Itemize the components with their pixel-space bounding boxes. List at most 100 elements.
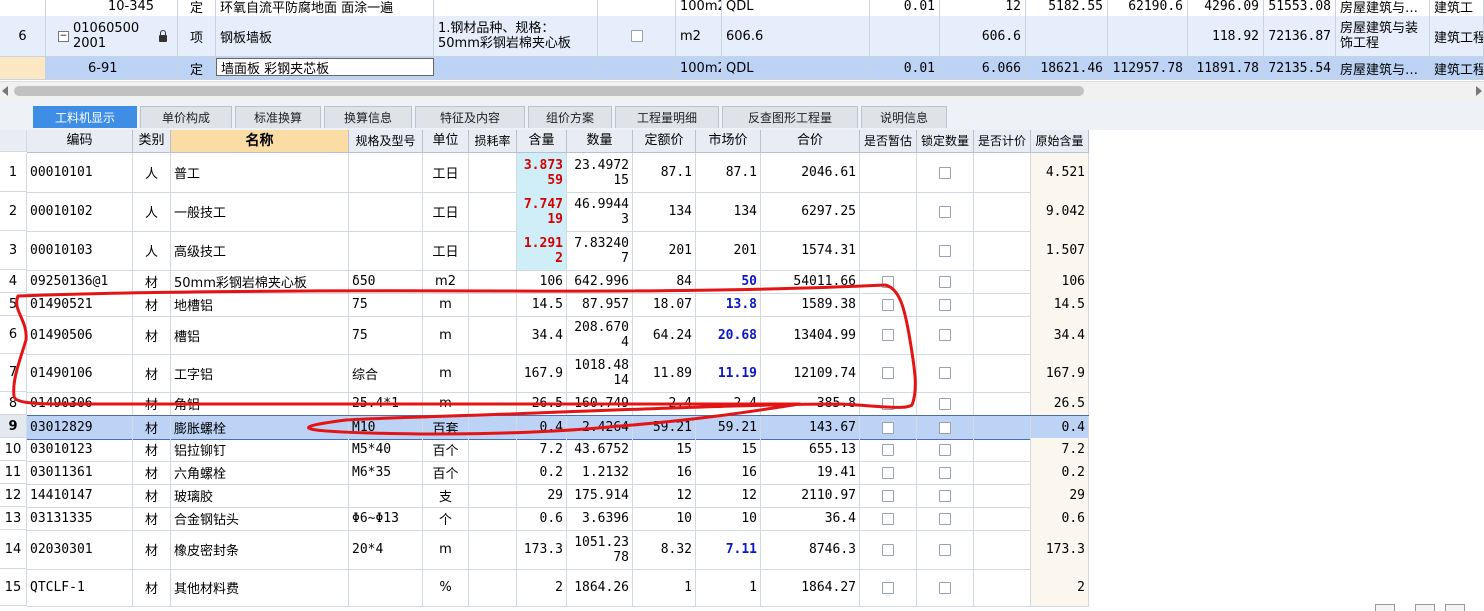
orig-cell[interactable]: 173.3 <box>1031 530 1089 569</box>
orig-cell[interactable]: 26.5 <box>1031 392 1089 415</box>
header-content[interactable]: 含量 <box>517 130 567 152</box>
code-cell[interactable]: 02030301 <box>27 530 133 569</box>
loss-cell[interactable] <box>469 270 517 293</box>
name-cell[interactable]: 50mm彩钢岩棉夹心板 <box>171 270 349 293</box>
type-cell[interactable]: 人 <box>133 192 171 231</box>
table-row[interactable]: 01490306 材角铝 25.4*1 m 26.5 160.749 2.4 2.4 385.8… <box>27 392 1089 416</box>
content-cell[interactable]: 7.2 <box>517 438 567 461</box>
loss-cell[interactable] <box>469 438 517 461</box>
checkbox[interactable] <box>939 421 951 434</box>
table-row[interactable]: 02030301 材橡皮密封条 20*4 m 173.3 1051.2378 8.32 7.1… <box>27 530 1089 570</box>
estimate-cell[interactable] <box>860 438 917 461</box>
tab-labor-material-machine[interactable]: 工料机显示 <box>33 106 137 128</box>
base-cell[interactable]: 64.24 <box>633 316 696 354</box>
total-cell[interactable]: 13404.99 <box>761 316 860 354</box>
checkbox[interactable] <box>939 329 951 341</box>
header-total[interactable]: 合价 <box>761 130 860 152</box>
bid-cell[interactable] <box>974 569 1031 606</box>
code-cell[interactable]: QTCLF-1 <box>27 569 133 606</box>
header-code[interactable]: 编码 <box>27 130 133 152</box>
checkbox[interactable] <box>882 298 894 311</box>
lock-qty-cell[interactable] <box>917 231 974 270</box>
content-cell[interactable]: 7.74719 <box>517 192 567 231</box>
upper-row[interactable]: 6 − 01060500 2001 项 钢板墙板 1.钢材品种、规格：50mm彩… <box>0 16 1484 57</box>
name-cell[interactable]: 膨胀螺栓 <box>171 416 349 439</box>
estimate-cell[interactable] <box>860 270 917 293</box>
orig-cell[interactable]: 106 <box>1031 270 1089 293</box>
qty-cell[interactable]: 46.99443 <box>567 192 633 231</box>
lock-qty-cell[interactable] <box>917 569 974 606</box>
loss-cell[interactable] <box>469 354 517 392</box>
checkbox[interactable] <box>939 244 951 257</box>
header-base-price[interactable]: 定额价 <box>633 130 696 152</box>
header-estimate[interactable]: 是否暂估 <box>860 130 917 152</box>
lock-qty-cell[interactable] <box>917 484 974 507</box>
checkbox[interactable] <box>882 397 894 410</box>
spec-cell[interactable] <box>349 231 423 270</box>
orig-cell[interactable]: 1.507 <box>1031 231 1089 270</box>
unit-cell[interactable]: m <box>423 392 469 415</box>
checkbox[interactable] <box>882 581 894 594</box>
market-cell[interactable]: 50 <box>696 270 761 293</box>
unit-cell[interactable]: 百个 <box>423 461 469 484</box>
row-number[interactable]: 7 <box>0 354 27 392</box>
spec-cell[interactable]: δ50 <box>349 270 423 293</box>
checkbox[interactable] <box>939 489 951 502</box>
checkbox[interactable] <box>939 367 951 379</box>
total-cell[interactable]: 2046.61 <box>761 153 860 192</box>
table-row[interactable]: 14410147 材玻璃胶支 29 175.914 12 12 2110.97 29 <box>27 484 1089 508</box>
type-cell[interactable]: 材 <box>133 507 171 530</box>
base-cell[interactable]: 10 <box>633 507 696 530</box>
type-cell[interactable]: 材 <box>133 316 171 354</box>
market-cell[interactable]: 10 <box>696 507 761 530</box>
spec-cell[interactable]: Φ6~Φ13 <box>349 507 423 530</box>
unit-cell[interactable]: 工日 <box>423 231 469 270</box>
table-row[interactable]: 00010102 人一般技工 工日 7.74719 46.99443 134 134 6297… <box>27 192 1089 232</box>
tab-standard-conversion[interactable]: 标准换算 <box>235 106 321 128</box>
spec-cell[interactable]: 25.4*1 <box>349 392 423 415</box>
qty-cell[interactable]: 1051.2378 <box>567 530 633 569</box>
tab-quantity-detail[interactable]: 工程量明细 <box>615 106 719 128</box>
total-cell[interactable]: 1589.38 <box>761 293 860 316</box>
market-cell[interactable]: 134 <box>696 192 761 231</box>
spec-cell[interactable]: M10 <box>349 416 423 439</box>
row-number[interactable]: 6 <box>0 316 27 354</box>
content-cell[interactable]: 3.87359 <box>517 153 567 192</box>
checkbox-cell[interactable] <box>598 16 676 56</box>
type-cell[interactable]: 人 <box>133 231 171 270</box>
content-cell[interactable]: 29 <box>517 484 567 507</box>
content-cell[interactable]: 2 <box>517 569 567 606</box>
lock-qty-cell[interactable] <box>917 461 974 484</box>
orig-cell[interactable]: 9.042 <box>1031 192 1089 231</box>
estimate-cell[interactable] <box>860 153 917 192</box>
market-cell[interactable]: 59.21 <box>696 416 761 439</box>
loss-cell[interactable] <box>469 416 517 439</box>
content-cell[interactable]: 1.2912 <box>517 231 567 270</box>
scrollbar-thumb[interactable] <box>14 86 1084 96</box>
lock-qty-cell[interactable] <box>917 270 974 293</box>
base-cell[interactable]: 87.1 <box>633 153 696 192</box>
orig-cell[interactable]: 4.521 <box>1031 153 1089 192</box>
spec-cell[interactable] <box>349 484 423 507</box>
code-cell[interactable]: 03011361 <box>27 461 133 484</box>
content-cell[interactable]: 173.3 <box>517 530 567 569</box>
row-number[interactable]: 9 <box>0 415 27 438</box>
table-row[interactable]: 00010103 人高级技工 工日 1.2912 7.832407 201 201 1574.… <box>27 231 1089 271</box>
orig-cell[interactable]: 7.2 <box>1031 438 1089 461</box>
market-cell[interactable]: 20.68 <box>696 316 761 354</box>
type-cell[interactable]: 材 <box>133 392 171 415</box>
tab-graphic-quantity[interactable]: 反查图形工程量 <box>722 106 858 128</box>
checkbox[interactable] <box>939 166 951 179</box>
orig-cell[interactable]: 2 <box>1031 569 1089 606</box>
total-cell[interactable]: 655.13 <box>761 438 860 461</box>
loss-cell[interactable] <box>469 316 517 354</box>
estimate-cell[interactable] <box>860 316 917 354</box>
total-cell[interactable]: 36.4 <box>761 507 860 530</box>
spec-cell[interactable] <box>349 569 423 606</box>
checkbox[interactable] <box>939 298 951 311</box>
checkbox[interactable] <box>939 512 951 525</box>
market-cell[interactable]: 1 <box>696 569 761 606</box>
header-market-price[interactable]: 市场价 <box>696 130 761 152</box>
row-number[interactable]: 10 <box>0 438 27 461</box>
name-cell[interactable]: 角铝 <box>171 392 349 415</box>
